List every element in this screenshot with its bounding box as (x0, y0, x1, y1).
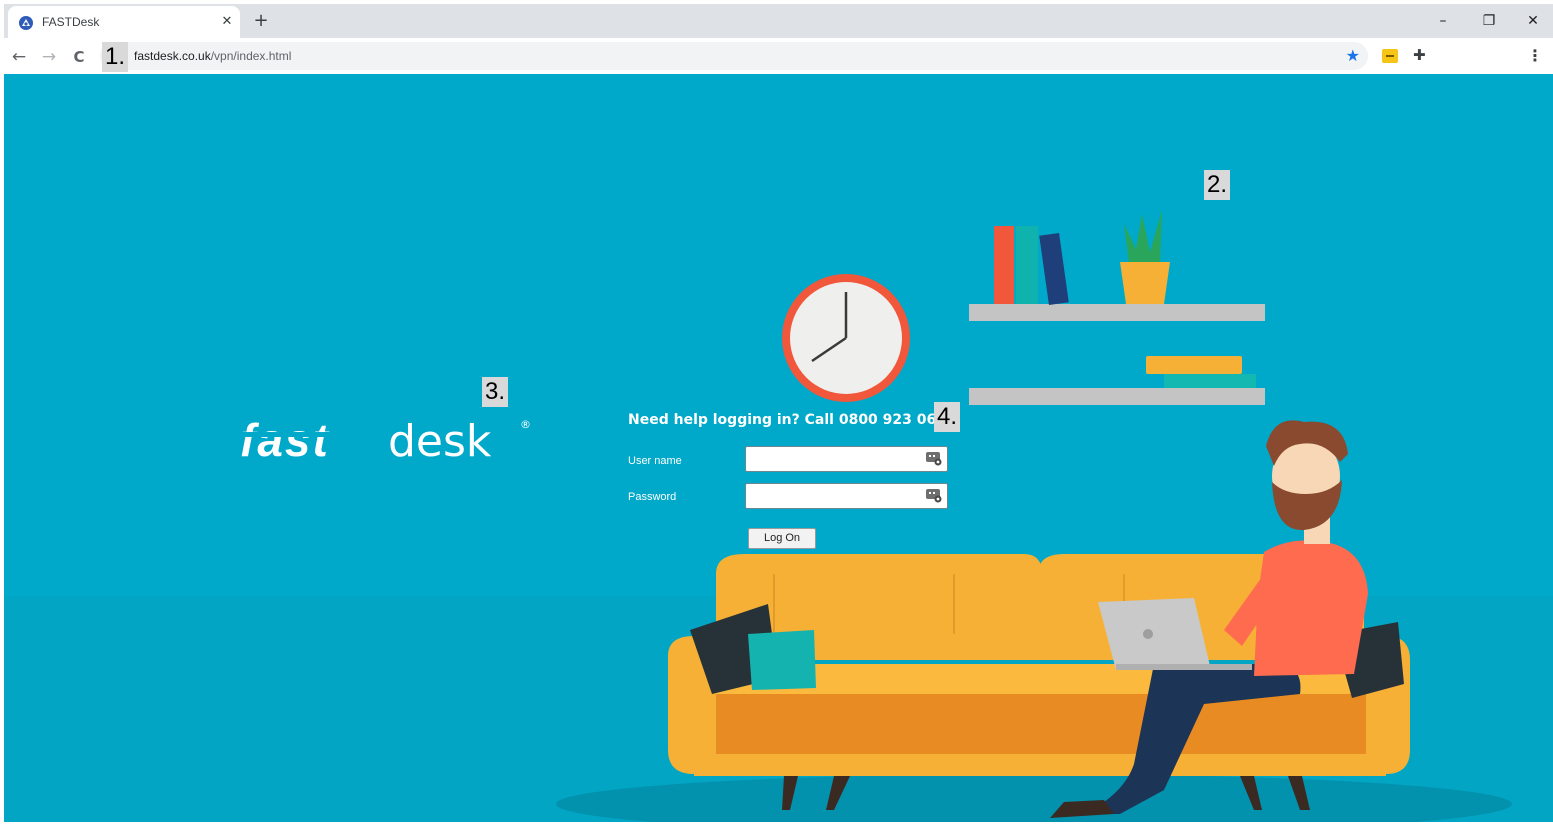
logo-registered-mark: ® (520, 418, 531, 431)
password-manager-key-icon-2[interactable] (926, 489, 942, 503)
fastdesk-logo: fast desk ® (240, 412, 540, 468)
upper-shelf (969, 304, 1265, 321)
logo-fast-text: fast (240, 414, 330, 464)
close-window-button[interactable]: ✕ (1520, 10, 1546, 32)
username-label: User name (628, 455, 682, 467)
reload-icon[interactable]: C (68, 46, 90, 68)
browser-toolbar: ← → C fastdesk.co.uk/vpn/index.html ★ ✚ … (4, 38, 1553, 74)
forward-arrow-icon[interactable]: → (38, 46, 60, 68)
laptop-screen (1098, 598, 1210, 670)
back-arrow-icon[interactable]: ← (8, 46, 30, 68)
sofa-base (716, 694, 1366, 754)
book-stack-teal (1164, 374, 1256, 388)
tab-title: FASTDesk (42, 15, 100, 29)
kebab-menu-icon[interactable]: ⋮ (1527, 46, 1543, 65)
login-page: fast desk ® Need help logging in? Call 0… (4, 74, 1553, 822)
restore-button[interactable]: ❐ (1476, 10, 1502, 32)
book-red (994, 226, 1014, 304)
laptop-logo (1143, 629, 1153, 639)
bookmark-star-icon[interactable]: ★ (1346, 46, 1360, 65)
tab-close-button[interactable]: ✕ (218, 13, 236, 31)
browser-tab[interactable]: FASTDesk ✕ (8, 6, 240, 38)
password-input[interactable] (745, 483, 948, 509)
floor-shadow (556, 774, 1512, 822)
help-text: Need help logging in? Call 0800 923 0617 (628, 412, 956, 428)
annotation-4: 4. (934, 402, 961, 432)
cushion-teal (748, 630, 816, 690)
logo-desk-text: desk (388, 416, 492, 464)
log-on-button[interactable]: Log On (748, 528, 816, 549)
extension-yellow-icon[interactable] (1382, 49, 1398, 63)
annotation-2: 2. (1204, 170, 1231, 200)
url-path: /vpn/index.html (210, 49, 292, 63)
plant-pot (1120, 262, 1170, 304)
address-bar[interactable]: fastdesk.co.uk/vpn/index.html ★ (100, 42, 1368, 70)
book-teal (1016, 226, 1038, 304)
url-host: fastdesk.co.uk (134, 49, 211, 63)
minimize-button[interactable]: – (1430, 10, 1456, 32)
puzzle-piece-icon[interactable]: ✚ (1413, 46, 1426, 64)
browser-window: FASTDesk ✕ + – ❐ ✕ ← → C fastdesk.co.uk/… (4, 4, 1553, 822)
username-input[interactable] (745, 446, 948, 472)
url-text: fastdesk.co.uk/vpn/index.html (134, 49, 291, 63)
lower-shelf (969, 388, 1265, 405)
new-tab-button[interactable]: + (250, 10, 272, 32)
sofa-bottom (694, 754, 1386, 776)
person-shirt (1254, 540, 1368, 676)
annotation-3: 3. (482, 377, 509, 407)
password-manager-key-icon[interactable] (926, 452, 942, 466)
tab-strip: FASTDesk ✕ + – ❐ ✕ (4, 4, 1553, 38)
password-label: Password (628, 491, 677, 503)
book-navy (1039, 232, 1069, 306)
book-stack-yellow (1146, 356, 1242, 374)
laptop-base (1116, 664, 1252, 670)
tab-favicon-icon (19, 16, 33, 30)
fastdesk-logo-graphic: fast desk ® (240, 414, 531, 467)
plant-leaves (1124, 210, 1162, 264)
logo-speed-line (240, 432, 390, 437)
annotation-1: 1. (102, 42, 129, 72)
